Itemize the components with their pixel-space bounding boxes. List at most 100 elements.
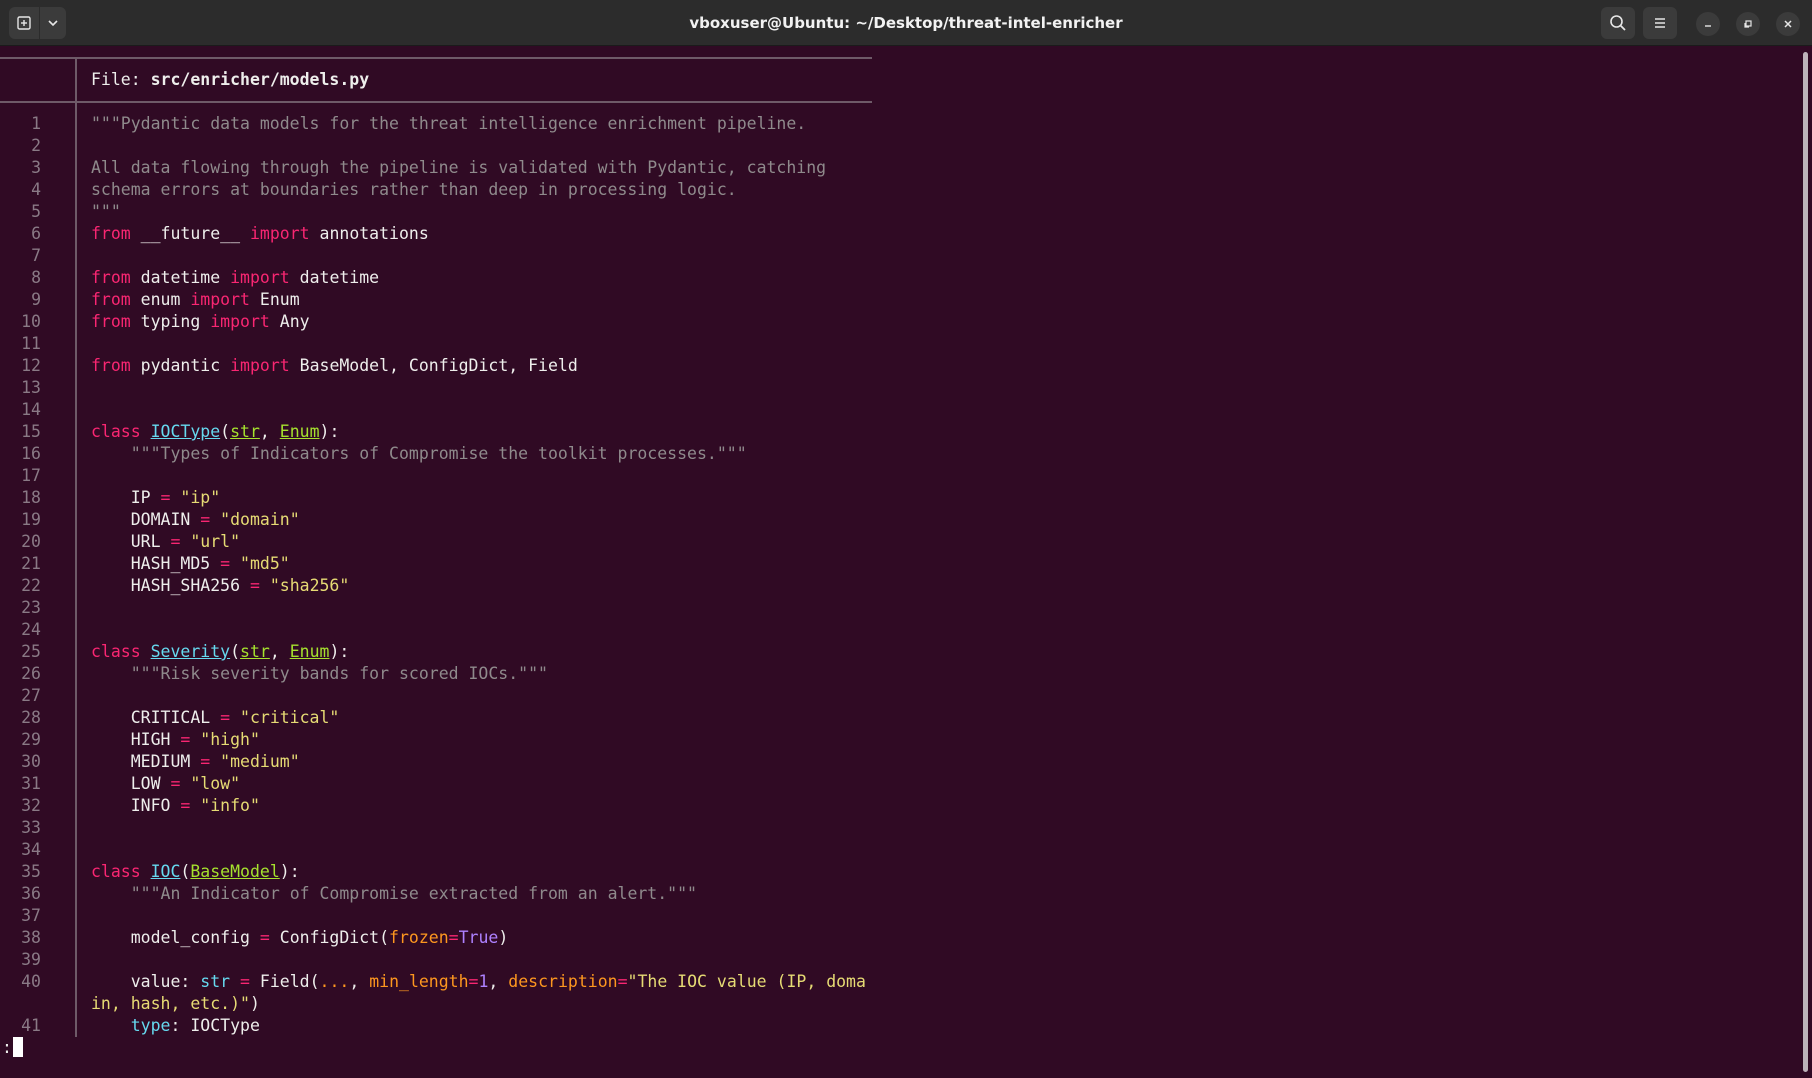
code-token: ):: [329, 642, 350, 661]
code-token: HASH_SHA256: [91, 576, 250, 595]
code-token: from: [91, 312, 131, 331]
main-menu-button[interactable]: [1643, 7, 1677, 39]
code-token: HASH_MD5: [91, 554, 221, 573]
code-text: """An Indicator of Compromise extracted …: [91, 883, 697, 905]
line-number: 37: [21, 906, 41, 925]
code-token: "low": [190, 774, 241, 793]
line-number: 19: [21, 510, 41, 529]
code-token: import: [249, 224, 310, 243]
code-token: ):: [279, 862, 300, 881]
code-token: """Types of Indicators of Compromise the…: [130, 444, 747, 463]
maximize-button[interactable]: [1736, 12, 1760, 36]
terminal-view[interactable]: File: src/enricher/models.py 1 """Pydanti…: [0, 46, 1800, 1078]
code-token: =: [220, 554, 231, 573]
code-token: (: [230, 642, 241, 661]
code-text: model_config = ConfigDict(frozen=True): [91, 927, 509, 949]
line-number: 6: [31, 224, 41, 243]
code-text: All data flowing through the pipeline is…: [91, 157, 826, 179]
code-token: class: [91, 862, 141, 881]
frame-border-gutter: [75, 57, 77, 1037]
code-token: class: [91, 422, 141, 441]
scrollbar[interactable]: [1800, 46, 1812, 1078]
code-token: =: [180, 730, 191, 749]
code-text: from enum import Enum: [91, 289, 300, 311]
code-token: ,: [488, 972, 509, 991]
pager-prompt[interactable]: :: [2, 1037, 23, 1059]
code-token: BaseModel, ConfigDict, Field: [289, 356, 578, 375]
line-number: 1: [31, 114, 41, 133]
code-token: str: [200, 972, 231, 991]
line-number: 39: [21, 950, 41, 969]
code-token: min_length: [369, 972, 469, 991]
search-button[interactable]: [1601, 7, 1635, 39]
code-text: HIGH = "high": [91, 729, 260, 751]
code-text: class IOCType(str, Enum):: [91, 421, 339, 443]
line-number: 28: [21, 708, 41, 727]
code-token: "url": [190, 532, 241, 551]
code-token: LOW: [91, 774, 171, 793]
code-token: Enum: [289, 642, 330, 661]
code-token: from: [91, 268, 131, 287]
code-token: import: [190, 290, 250, 309]
line-number: 20: [21, 532, 41, 551]
code-text: LOW = "low": [91, 773, 240, 795]
code-token: in, hash, etc.)": [91, 994, 250, 1013]
code-token: =: [200, 752, 211, 771]
close-button[interactable]: [1776, 12, 1800, 36]
code-token: datetime: [130, 268, 231, 287]
line-number: 18: [21, 488, 41, 507]
code-text: DOMAIN = "domain": [91, 509, 300, 531]
code-token: from: [91, 290, 131, 309]
code-token: DOMAIN: [91, 510, 201, 529]
code-token: BaseModel: [190, 862, 280, 881]
code-token: import: [210, 312, 270, 331]
code-token: HIGH: [91, 730, 181, 749]
code-text: class Severity(str, Enum):: [91, 641, 349, 663]
minimize-icon: [1705, 25, 1711, 27]
code-token: "medium": [220, 752, 300, 771]
code-token: typing: [130, 312, 211, 331]
code-text: from datetime import datetime: [91, 267, 379, 289]
code-token: class: [91, 642, 141, 661]
code-text: CRITICAL = "critical": [91, 707, 340, 729]
line-number: 30: [21, 752, 41, 771]
line-number: 26: [21, 664, 41, 683]
code-token: =: [617, 972, 628, 991]
minimize-button[interactable]: [1696, 12, 1720, 36]
line-number: 11: [21, 334, 41, 353]
code-token: =: [259, 928, 270, 947]
code-text: from __future__ import annotations: [91, 223, 429, 245]
line-number: 31: [21, 774, 41, 793]
search-icon: [1610, 15, 1626, 31]
line-number: 13: [21, 378, 41, 397]
code-token: ,: [269, 642, 290, 661]
code-token: value:: [91, 972, 201, 991]
file-label: File:: [91, 70, 151, 89]
code-token: CRITICAL: [91, 708, 221, 727]
scrollbar-thumb[interactable]: [1803, 52, 1808, 1072]
code-text: """Types of Indicators of Compromise the…: [91, 443, 747, 465]
line-number: 33: [21, 818, 41, 837]
line-number: 22: [21, 576, 41, 595]
code-text: INFO = "info": [91, 795, 260, 817]
code-text: URL = "url": [91, 531, 240, 553]
code-text: class IOC(BaseModel):: [91, 861, 300, 883]
title-bar: vboxuser@Ubuntu: ~/Desktop/threat-intel-…: [0, 0, 1812, 46]
code-text: HASH_SHA256 = "sha256": [91, 575, 350, 597]
line-number: 16: [21, 444, 41, 463]
code-token: =: [220, 708, 231, 727]
line-number: 17: [21, 466, 41, 485]
code-token: IOCType: [150, 422, 221, 441]
code-token: Enum: [279, 422, 320, 441]
code-token: =: [170, 532, 181, 551]
hamburger-menu-icon: [1655, 18, 1665, 28]
code-token: type: [130, 1016, 171, 1035]
line-number: 29: [21, 730, 41, 749]
code-token: =: [249, 576, 260, 595]
code-token: ,: [259, 422, 280, 441]
